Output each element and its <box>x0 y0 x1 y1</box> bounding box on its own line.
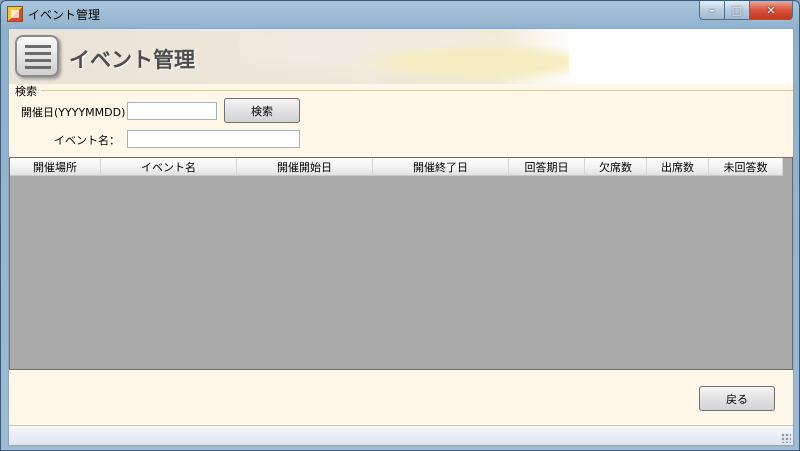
search-group: 検索 開催日(YYYYMMDD)： 検索 イベント名： <box>9 84 793 156</box>
list-icon <box>15 35 59 77</box>
column-header-end-date[interactable]: 開催終了日 <box>373 158 509 176</box>
app-window: イベント管理 – □ ✕ イベント管理 検索 開催日(YYYYMMDD)： 検索… <box>0 0 800 451</box>
footer-panel: 戻る <box>9 370 793 425</box>
window-title: イベント管理 <box>28 8 101 22</box>
column-header-venue[interactable]: 開催場所 <box>10 158 101 176</box>
maximize-icon: □ <box>731 3 743 17</box>
date-label: 開催日(YYYYMMDD)： <box>21 106 137 119</box>
window-controls: – □ ✕ <box>699 1 793 20</box>
group-divider <box>41 90 793 91</box>
search-group-label: 検索 <box>15 85 37 98</box>
date-input[interactable] <box>127 102 217 120</box>
minimize-button[interactable]: – <box>699 1 725 20</box>
page-title: イベント管理 <box>69 48 195 72</box>
column-header-absent-count[interactable]: 欠席数 <box>585 158 647 176</box>
back-button[interactable]: 戻る <box>699 386 775 411</box>
event-name-input[interactable] <box>127 130 300 148</box>
close-icon: ✕ <box>766 3 776 17</box>
app-icon <box>7 6 23 22</box>
grid-header: 開催場所 イベント名 開催開始日 開催終了日 回答期日 欠席数 出席数 未回答数 <box>10 158 783 176</box>
close-button[interactable]: ✕ <box>750 1 793 20</box>
title-bar[interactable]: イベント管理 – □ ✕ <box>1 1 799 27</box>
column-header-unanswered-count[interactable]: 未回答数 <box>709 158 783 176</box>
event-name-label: イベント名： <box>54 134 120 147</box>
column-header-attend-count[interactable]: 出席数 <box>647 158 709 176</box>
resize-grip-icon[interactable] <box>781 433 791 443</box>
header-banner: イベント管理 <box>9 29 793 84</box>
maximize-button[interactable]: □ <box>725 1 750 20</box>
search-button[interactable]: 検索 <box>224 98 300 123</box>
column-header-reply-deadline[interactable]: 回答期日 <box>509 158 585 176</box>
status-bar <box>9 425 793 445</box>
minimize-icon: – <box>709 3 715 17</box>
banner-background-image <box>239 29 569 84</box>
client-area: イベント管理 検索 開催日(YYYYMMDD)： 検索 イベント名： 開催場所 … <box>8 28 794 446</box>
event-grid[interactable]: 開催場所 イベント名 開催開始日 開催終了日 回答期日 欠席数 出席数 未回答数 <box>9 157 793 370</box>
column-header-event-name[interactable]: イベント名 <box>101 158 237 176</box>
column-header-start-date[interactable]: 開催開始日 <box>237 158 373 176</box>
